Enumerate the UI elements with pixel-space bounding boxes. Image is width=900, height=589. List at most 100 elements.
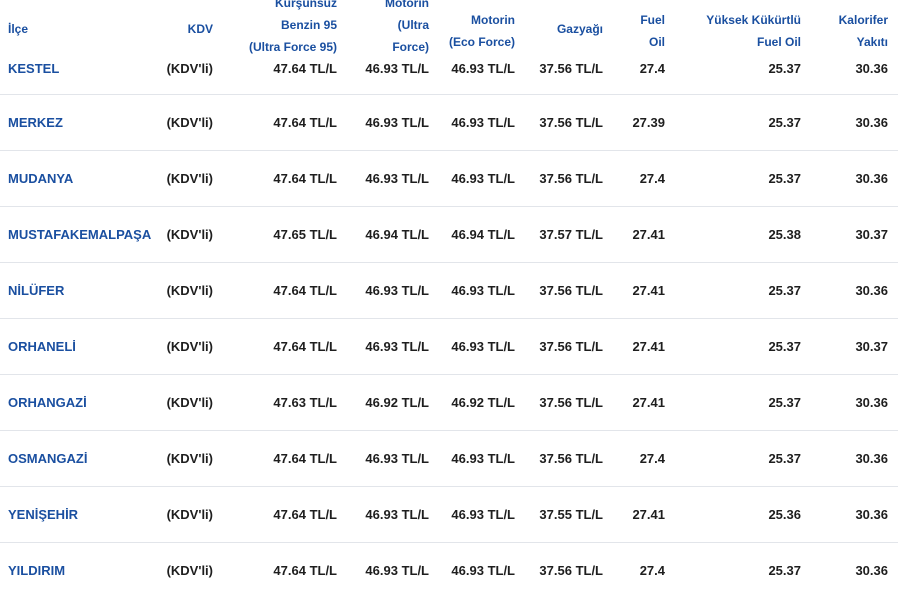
header-fuel-oil-line2: Oil <box>648 34 665 49</box>
cell-heating-fuel: 30.36 <box>811 486 898 543</box>
cell-heating-fuel: 30.37 <box>811 318 898 375</box>
cell-district[interactable]: MUDANYA <box>0 150 155 207</box>
cell-gazyagi: 37.56 TL/L <box>539 562 603 578</box>
header-row: İlçe KDV Kurşunsuz Benzin 95 (Ultra Forc… <box>0 0 898 61</box>
table-row: KESTEL (KDV'li) 47.64 TL/L 46.93 TL/L 46.93 … <box>0 61 898 95</box>
cell-heating-fuel: 30.36 <box>855 562 888 578</box>
cell-high-sulfur-fuel-oil: 25.37 <box>675 150 811 207</box>
cell-high-sulfur-fuel-oil: 25.37 <box>768 562 801 578</box>
cell-motorin-ultra: 46.93 TL/L <box>347 94 439 151</box>
cell-high-sulfur-fuel-oil: 25.37 <box>675 374 811 431</box>
cell-district[interactable]: KESTEL <box>0 61 155 95</box>
cell-fuel-oil: 27.4 <box>613 61 675 95</box>
table-row: MUDANYA (KDV'li) 47.64 TL/L 46.93 TL/L 46.93… <box>0 150 898 207</box>
table-row: YILDIRIM (KDV'li) 47.64 TL/L 46.93 TL/L 46.9… <box>0 542 898 589</box>
header-benzin-lines: Kurşunsuz Benzin 95 (Ultra Force 95) <box>223 0 337 58</box>
header-heating-fuel[interactable]: Kalorifer Yakıtı <box>811 0 898 61</box>
header-motorin-ultra-line1: Motorin <box>385 0 429 10</box>
cell-gazyagi: 37.56 TL/L <box>525 94 613 151</box>
header-heating-line1: Kalorifer <box>838 12 888 27</box>
cell-gazyagi: 37.56 TL/L <box>525 430 613 487</box>
header-high-sulfur-line1: Yüksek Kükürtlü <box>706 12 801 27</box>
cell-district[interactable]: OSMANGAZİ <box>0 430 155 487</box>
cell-motorin-eco: 46.93 TL/L <box>439 262 525 319</box>
cell-high-sulfur-fuel-oil: 25.38 <box>675 206 811 263</box>
cell-fuel-oil: 27.41 <box>613 486 675 543</box>
cell-kdv: (KDV'li) <box>155 486 223 543</box>
cell-district[interactable]: NİLÜFER <box>0 262 155 319</box>
fuel-price-table: İlçe KDV Kurşunsuz Benzin 95 (Ultra Forc… <box>0 0 898 589</box>
cell-kdv: (KDV'li) <box>155 61 223 95</box>
cell-high-sulfur-fuel-oil: 25.36 <box>675 486 811 543</box>
cell-heating-fuel: 30.36 <box>811 374 898 431</box>
cell-benzin: 47.64 TL/L <box>223 61 347 95</box>
header-motorin-eco-line2: (Eco Force) <box>448 34 515 49</box>
header-district[interactable]: İlçe <box>0 0 155 61</box>
cell-benzin: 47.64 TL/L <box>223 262 347 319</box>
cell-gazyagi: 37.56 TL/L <box>525 374 613 431</box>
table-row: YENİŞEHİR (KDV'li) 47.64 TL/L 46.93 TL/L 46.… <box>0 486 898 543</box>
header-benzin[interactable]: Kurşunsuz Benzin 95 (Ultra Force 95) <box>223 0 347 61</box>
table-row: OSMANGAZİ (KDV'li) 47.64 TL/L 46.93 TL/L 46.… <box>0 430 898 487</box>
cell-motorin-ultra: 46.93 TL/L <box>347 430 439 487</box>
cell-heating-fuel: 30.36 <box>811 61 898 95</box>
cell-fuel-oil: 27.41 <box>613 206 675 263</box>
table-row: MUSTAFAKEMALPAŞA (KDV'li) 47.65 TL/L 46.94 … <box>0 206 898 263</box>
cell-motorin-eco: 46.93 TL/L <box>451 562 515 578</box>
header-high-sulfur-line2: Fuel Oil <box>756 34 801 49</box>
cell-gazyagi: 37.57 TL/L <box>525 206 613 263</box>
header-fuel-oil[interactable]: Fuel Oil <box>613 0 675 61</box>
table-body: KESTEL (KDV'li) 47.64 TL/L 46.93 TL/L 46.93 … <box>0 61 898 589</box>
cell-kdv: (KDV'li) <box>155 262 223 319</box>
table-row: ORHANELİ (KDV'li) 47.64 TL/L 46.93 TL/L 46.9… <box>0 318 898 375</box>
table-header: İlçe KDV Kurşunsuz Benzin 95 (Ultra Forc… <box>0 0 898 61</box>
header-high-sulfur-fuel-oil[interactable]: Yüksek Kükürtlü Fuel Oil <box>675 0 811 61</box>
cell-motorin-eco: 46.93 TL/L <box>439 318 525 375</box>
header-motorin-eco[interactable]: Motorin (Eco Force) <box>439 0 525 61</box>
cell-benzin: 47.64 TL/L <box>273 562 337 578</box>
cell-motorin-ultra: 46.94 TL/L <box>347 206 439 263</box>
cell-district[interactable]: ORHANELİ <box>0 318 155 375</box>
cell-district[interactable]: YENİŞEHİR <box>0 486 155 543</box>
table-row: NİLÜFER (KDV'li) 47.64 TL/L 46.93 TL/L 46.93… <box>0 262 898 319</box>
cell-fuel-oil: 27.4 <box>613 150 675 207</box>
header-kdv[interactable]: KDV <box>155 0 223 61</box>
cell-high-sulfur-fuel-oil: 25.37 <box>675 262 811 319</box>
cell-motorin-ultra: 46.93 TL/L <box>365 562 429 578</box>
cell-fuel-oil: 27.41 <box>613 262 675 319</box>
header-heating-line2: Yakıtı <box>856 34 888 49</box>
cell-motorin-ultra: 46.93 TL/L <box>347 150 439 207</box>
cell-fuel-oil: 27.41 <box>613 318 675 375</box>
header-motorin-ultra[interactable]: Motorin (Ultra Force) <box>347 0 439 61</box>
cell-motorin-ultra: 46.93 TL/L <box>347 61 439 95</box>
fuel-price-table-container: İlçe KDV Kurşunsuz Benzin 95 (Ultra Forc… <box>0 0 900 589</box>
cell-district[interactable]: ORHANGAZİ <box>0 374 155 431</box>
header-motorin-eco-line1: Motorin <box>471 12 515 27</box>
header-gazyagi[interactable]: Gazyağı <box>525 0 613 61</box>
cell-kdv: (KDV'li) <box>166 562 213 578</box>
cell-district[interactable]: YILDIRIM <box>0 542 155 589</box>
cell-kdv: (KDV'li) <box>155 150 223 207</box>
cell-benzin: 47.64 TL/L <box>223 318 347 375</box>
cell-kdv: (KDV'li) <box>155 94 223 151</box>
cell-kdv: (KDV'li) <box>155 206 223 263</box>
cell-fuel-oil: 27.41 <box>613 374 675 431</box>
header-benzin-line2: Benzin 95 <box>280 18 337 32</box>
cell-district[interactable]: MUSTAFAKEMALPAŞA <box>0 206 155 263</box>
cell-high-sulfur-fuel-oil: 25.37 <box>675 94 811 151</box>
cell-heating-fuel: 30.36 <box>811 94 898 151</box>
cell-motorin-ultra: 46.92 TL/L <box>347 374 439 431</box>
cell-motorin-eco: 46.93 TL/L <box>439 486 525 543</box>
cell-motorin-ultra: 46.93 TL/L <box>347 318 439 375</box>
cell-fuel-oil: 27.39 <box>613 94 675 151</box>
cell-district[interactable]: MERKEZ <box>0 94 155 151</box>
cell-motorin-eco: 46.93 TL/L <box>439 61 525 95</box>
cell-high-sulfur-fuel-oil: 25.37 <box>675 430 811 487</box>
header-motorin-ultra-lines: Motorin (Ultra Force) <box>347 0 429 58</box>
header-motorin-ultra-line3: Force) <box>392 40 429 54</box>
header-benzin-line3: (Ultra Force 95) <box>248 40 337 54</box>
cell-benzin: 47.64 TL/L <box>223 486 347 543</box>
cell-gazyagi: 37.56 TL/L <box>525 318 613 375</box>
cell-benzin: 47.64 TL/L <box>223 94 347 151</box>
cell-benzin: 47.65 TL/L <box>223 206 347 263</box>
